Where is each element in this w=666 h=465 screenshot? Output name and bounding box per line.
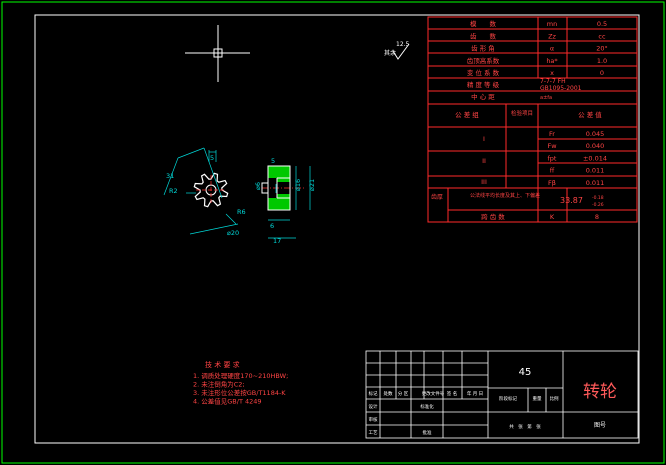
section-dimension: ⌀21 (308, 179, 316, 191)
drawing-no-label: 图号 (594, 422, 606, 429)
param-symbol: x (550, 69, 554, 77)
param-name: 模 数 (470, 19, 497, 28)
span-count-value: 8 (595, 213, 599, 221)
title-row-label: 设计 (369, 403, 378, 410)
span-dev-upper: -0.18 (592, 195, 604, 201)
tolerance-value: ±0.014 (583, 154, 607, 162)
section-dimension: 17 (273, 237, 281, 245)
title-header-cell: 签 名 (447, 390, 457, 397)
tolerance-group: I (483, 135, 485, 143)
material-label: 45 (519, 367, 532, 378)
tolerance-symbol: Fw (547, 142, 557, 150)
scale-label: 比例 (550, 395, 559, 402)
span-group: 齿厚 (431, 193, 443, 201)
gear-dimension: 31 (166, 172, 174, 180)
param-name: 齿顶高系数 (467, 56, 500, 65)
param-symbol: ha* (546, 57, 558, 65)
tolerance-group: III (481, 178, 487, 186)
title-row-label: 审核 (369, 416, 378, 423)
tech-requirement-item: 2. 未注倒角为C2; (193, 380, 245, 389)
tolerance-value-header: 公 差 值 (578, 110, 602, 119)
span-dev-lower: -0.26 (592, 202, 604, 208)
tolerance-group: II (482, 157, 486, 165)
param-name: 齿 形 角 (471, 44, 495, 53)
title-header-cell: 处数 (384, 390, 393, 397)
cad-drawing-canvas[interactable]: 其余 12.5 模 数 mn 0.5齿 数 Zz cc齿 形 角 α 20°齿顶高系数 h (0, 0, 666, 465)
param-value: 1.0 (597, 57, 607, 65)
approve-label: 批准 (423, 429, 432, 436)
center-distance-label: 中 心 距 (471, 92, 495, 101)
section-dimension: 6 (270, 222, 274, 230)
grade-value: 7-7-7 FH (540, 78, 566, 85)
span-count-label: 跨 齿 数 (481, 212, 505, 221)
background (0, 0, 666, 465)
param-symbol: mn (547, 20, 557, 28)
part-name: 转轮 (583, 382, 617, 402)
param-symbol: α (550, 45, 554, 53)
span-label: 公法线平均长度及其上、下偏差 (470, 192, 540, 199)
tolerance-item-header: 检验项目 (511, 109, 533, 117)
tech-requirement-item: 4. 公差值见GB/T 4249 (193, 397, 262, 406)
tech-requirement-item: 3. 未注形位公差按GB/T1184-K (193, 388, 286, 397)
param-name: 变 位 系 数 (467, 68, 500, 77)
span-count-symbol: K (550, 213, 555, 221)
tolerance-group-header: 公 差 组 (455, 110, 479, 119)
tolerance-symbol: ff (550, 167, 555, 175)
gear-dimension: ⌀20 (227, 229, 239, 237)
grade-label: 精 度 等 级 (467, 80, 500, 89)
tolerance-symbol: fpt (548, 154, 557, 162)
title-header-cell: 标记 (369, 390, 378, 397)
param-symbol: Zz (548, 32, 556, 40)
tolerance-symbol: Fβ (548, 179, 556, 187)
param-name: 齿 数 (470, 31, 497, 40)
title-header-cell: 年 月 日 (467, 390, 483, 397)
param-value: 0 (600, 69, 604, 77)
gear-dimension: R6 (237, 208, 246, 216)
gear-dimension: 5 (210, 154, 214, 162)
title-header-cell: 分 区 (398, 390, 409, 397)
title-row-label: 工艺 (369, 430, 378, 436)
title-header-cell: 更改文件号 (422, 390, 445, 397)
stage-label: 阶段标记 (499, 395, 517, 402)
param-value: 0.5 (597, 20, 607, 28)
tech-requirements-title: 技 术 要 求 (205, 360, 240, 369)
tolerance-value: 0.011 (586, 179, 605, 187)
tolerance-value: 0.040 (586, 142, 605, 150)
tolerance-symbol: Fr (549, 130, 555, 138)
section-dimension: 5 (271, 157, 275, 165)
roughness-value: 12.5 (396, 41, 410, 48)
sheet-label: 共 张 第 张 (509, 423, 541, 430)
center-distance-value: a±fa (540, 95, 552, 101)
param-value: cc (598, 32, 606, 40)
section-dimension: ⌀6 (254, 182, 262, 190)
grade-standard: GB1095-2001 (540, 85, 582, 92)
param-value: 20° (596, 45, 608, 53)
tech-requirement-item: 1. 调质处理硬度170~210HBW; (193, 371, 288, 380)
section-dimension: ⌀16 (294, 179, 302, 191)
standardization-label: 标准化 (420, 403, 434, 410)
gear-dimension: R2 (169, 187, 178, 195)
span-value: 33.87 (560, 196, 583, 205)
tolerance-value: 0.045 (586, 130, 605, 138)
tolerance-value: 0.011 (586, 167, 605, 175)
weight-label: 重量 (533, 395, 542, 402)
